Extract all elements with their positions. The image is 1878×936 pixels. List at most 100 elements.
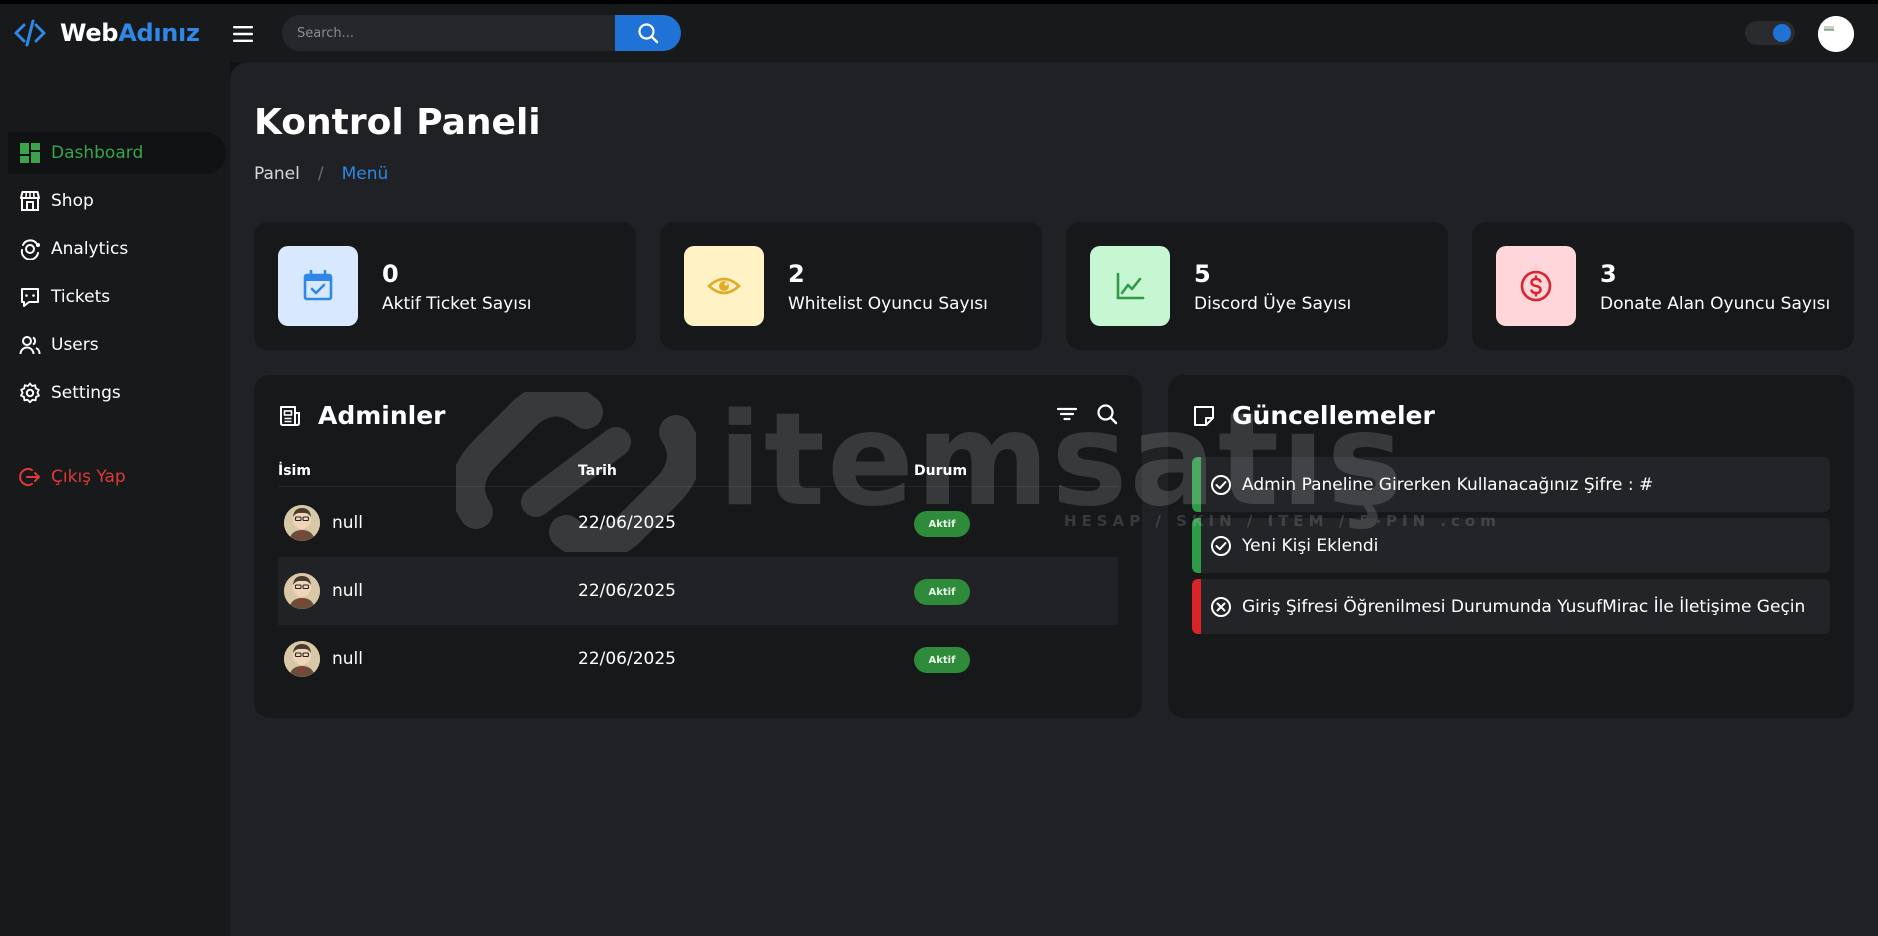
tickets-icon: [21, 288, 39, 307]
check-circle-icon: [1211, 474, 1231, 495]
sidebar-item-tickets[interactable]: Tickets: [0, 276, 230, 318]
sidebar-item-settings[interactable]: Settings: [0, 372, 230, 414]
shop-icon: [20, 191, 40, 211]
sidebar-item-shop[interactable]: Shop: [0, 180, 230, 222]
search-input[interactable]: [282, 15, 615, 51]
check-circle-icon: [1211, 535, 1231, 556]
eye-icon: [707, 277, 741, 295]
admin-date: 22/06/2025: [578, 581, 676, 601]
admin-avatar: [284, 573, 320, 609]
updates-title: Güncellemeler: [1232, 401, 1435, 430]
stat-icon-box: [1090, 246, 1170, 326]
sidebar-item-users[interactable]: Users: [0, 324, 230, 366]
admins-title: Adminler: [318, 401, 446, 430]
dashboard-icon: [20, 143, 40, 163]
chart-line-icon: [1116, 272, 1145, 300]
theme-toggle[interactable]: [1745, 21, 1795, 45]
brand-name-part2: Adınız: [118, 19, 200, 47]
sidebar-item-dashboard[interactable]: Dashboard: [8, 132, 226, 174]
sidebar-item-label: Users: [51, 335, 99, 355]
admins-panel: Adminler İsim Tarih Durum null 22/06/202…: [254, 375, 1142, 718]
search-icon: [638, 23, 659, 44]
admin-avatar: [284, 505, 320, 541]
breadcrumb: Panel / Menü: [254, 164, 388, 184]
person-avatar-icon: [284, 573, 320, 609]
stat-card-tickets: 0 Aktif Ticket Sayısı: [254, 222, 636, 350]
brand-name: WebAdınız: [60, 19, 200, 47]
status-badge: Aktif: [914, 647, 970, 673]
sticky-note-icon: [1194, 405, 1214, 426]
admin-date: 22/06/2025: [578, 649, 676, 669]
filter-button[interactable]: [1056, 403, 1078, 429]
toggle-knob: [1773, 24, 1791, 42]
breadcrumb-separator: /: [317, 164, 324, 184]
column-header-date[interactable]: Tarih: [578, 463, 617, 479]
table-search-button[interactable]: [1096, 403, 1118, 429]
x-circle-icon: [1211, 596, 1231, 617]
page-title: Kontrol Paneli: [254, 102, 541, 143]
update-item: Giriş Şifresi Öğrenilmesi Durumunda Yusu…: [1192, 579, 1830, 634]
update-text: Admin Paneline Girerken Kullanacağınız Ş…: [1242, 474, 1654, 495]
calendar-check-icon: [303, 269, 333, 301]
top-bar: WebAdınız: [0, 4, 1878, 62]
broken-image-icon: [1818, 16, 1854, 52]
breadcrumb-panel[interactable]: Panel: [254, 164, 300, 184]
dollar-circle-icon: [1520, 270, 1552, 302]
table-row[interactable]: null 22/06/2025 Aktif: [278, 489, 1118, 557]
user-avatar[interactable]: [1818, 16, 1854, 52]
admins-table-header: İsim Tarih Durum: [278, 457, 1118, 487]
code-icon: [14, 19, 46, 47]
sidebar-item-label: Dashboard: [51, 143, 144, 163]
gear-icon: [20, 382, 40, 404]
table-row[interactable]: null 22/06/2025 Aktif: [278, 625, 1118, 693]
stat-value: 5: [1194, 260, 1211, 288]
admin-name: null: [332, 581, 363, 601]
sidebar: Dashboard Shop Analytics Tickets Users S…: [0, 62, 230, 936]
column-header-name[interactable]: İsim: [278, 463, 311, 479]
hamburger-menu-icon[interactable]: [231, 24, 255, 44]
filter-icon: [1056, 407, 1078, 421]
brand-logo[interactable]: WebAdınız: [14, 18, 200, 48]
sidebar-nav: Dashboard Shop Analytics Tickets Users S…: [0, 132, 230, 504]
sidebar-item-label: Shop: [51, 191, 94, 211]
stat-label: Whitelist Oyuncu Sayısı: [788, 294, 988, 314]
updates-panel: Güncellemeler Admin Paneline Girerken Ku…: [1168, 375, 1854, 718]
stat-value: 2: [788, 260, 805, 288]
admins-header: Adminler: [278, 401, 446, 430]
update-item: Yeni Kişi Eklendi: [1192, 518, 1830, 573]
update-status-bar: [1192, 457, 1201, 512]
stat-icon-box: [278, 246, 358, 326]
sidebar-item-label: Analytics: [51, 239, 129, 259]
stat-label: Aktif Ticket Sayısı: [382, 294, 532, 314]
logout-button[interactable]: Çıkış Yap: [0, 456, 230, 498]
breadcrumb-menu[interactable]: Menü: [342, 164, 389, 184]
admin-date: 22/06/2025: [578, 513, 676, 533]
newspaper-icon: [280, 405, 300, 426]
admin-name: null: [332, 513, 363, 533]
stat-icon-box: [684, 246, 764, 326]
stat-label: Discord Üye Sayısı: [1194, 294, 1352, 314]
stat-icon-box: [1496, 246, 1576, 326]
column-header-status[interactable]: Durum: [914, 463, 967, 479]
person-avatar-icon: [284, 641, 320, 677]
search-button[interactable]: [615, 15, 681, 51]
update-item: Admin Paneline Girerken Kullanacağınız Ş…: [1192, 457, 1830, 512]
users-icon: [19, 336, 41, 355]
sidebar-item-label: Settings: [51, 383, 121, 403]
logout-label: Çıkış Yap: [51, 467, 126, 487]
stat-value: 0: [382, 260, 399, 288]
sidebar-item-analytics[interactable]: Analytics: [0, 228, 230, 270]
analytics-icon: [20, 239, 40, 260]
stat-card-discord: 5 Discord Üye Sayısı: [1066, 222, 1448, 350]
admin-name: null: [332, 649, 363, 669]
update-status-bar: [1192, 518, 1201, 573]
search-bar: [282, 15, 682, 51]
table-row[interactable]: null 22/06/2025 Aktif: [278, 557, 1118, 625]
status-badge: Aktif: [914, 511, 970, 537]
admins-tools: [1056, 403, 1118, 429]
stat-card-whitelist: 2 Whitelist Oyuncu Sayısı: [660, 222, 1042, 350]
logout-icon: [19, 468, 40, 486]
status-badge: Aktif: [914, 579, 970, 605]
stat-value: 3: [1600, 260, 1617, 288]
admin-avatar: [284, 641, 320, 677]
